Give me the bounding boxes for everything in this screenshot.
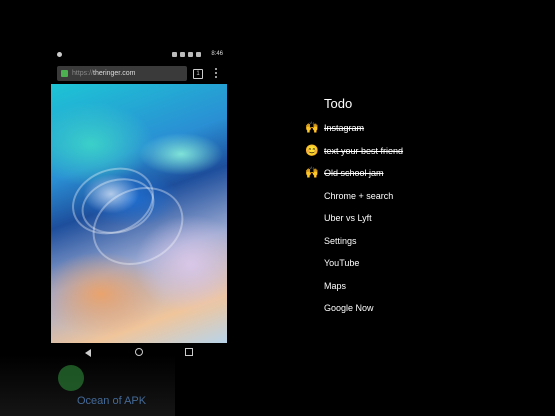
watermark-logo-icon: [58, 365, 84, 391]
todo-item-label: Chrome + search: [324, 191, 394, 201]
status-time: 8:46: [211, 51, 223, 57]
recent-apps-icon[interactable]: [185, 348, 193, 356]
url-host: theringer.com: [93, 70, 136, 77]
tab-switcher-button[interactable]: 1: [193, 69, 203, 79]
phone-screen: 8:46 https:// theringer.com 1: [51, 47, 227, 363]
todo-item[interactable]: Uber vs Lyft: [305, 211, 372, 225]
todo-item-label: Settings: [324, 236, 357, 246]
url-bar[interactable]: https:// theringer.com: [57, 66, 187, 81]
todo-item-label: text your best friend: [324, 146, 404, 156]
todo-item-label: Google Now: [324, 303, 374, 313]
watermark: Ocean of APK: [0, 355, 175, 416]
todo-item-label: Maps: [324, 281, 347, 291]
emoji-icon: 🙌: [305, 167, 319, 179]
todo-item[interactable]: Settings: [305, 234, 357, 248]
todo-item-label: Instagram: [324, 123, 365, 133]
signal-icon: [188, 52, 193, 57]
secure-lock-icon: [61, 70, 68, 77]
url-scheme: https://: [72, 70, 94, 77]
wifi-icon: [180, 52, 185, 57]
todo-item[interactable]: Chrome + search: [305, 189, 393, 203]
todo-item[interactable]: Google Now: [305, 301, 374, 315]
todo-item-label: Old school jam: [324, 168, 384, 178]
todo-item[interactable]: 🙌 Instagram: [305, 121, 364, 135]
todo-item-label: Uber vs Lyft: [324, 213, 372, 223]
todo-item[interactable]: 😊 text your best friend: [305, 144, 403, 158]
emoji-icon: 🙌: [305, 122, 319, 134]
todo-title: Todo: [324, 96, 353, 111]
battery-icon: [196, 52, 201, 57]
todo-item[interactable]: Maps: [305, 279, 346, 293]
todo-item[interactable]: 🙌 Old school jam: [305, 166, 384, 180]
todo-item[interactable]: YouTube: [305, 256, 359, 270]
web-content-image: [51, 84, 227, 343]
overflow-menu-icon[interactable]: [214, 68, 217, 78]
todo-item-label: YouTube: [324, 258, 360, 268]
status-bar: 8:46: [51, 47, 227, 65]
location-icon: [172, 52, 177, 57]
emoji-icon: 😊: [305, 145, 319, 157]
watermark-text: Ocean of APK: [77, 395, 147, 407]
status-icons: [172, 52, 201, 57]
notification-icon: [57, 52, 62, 57]
